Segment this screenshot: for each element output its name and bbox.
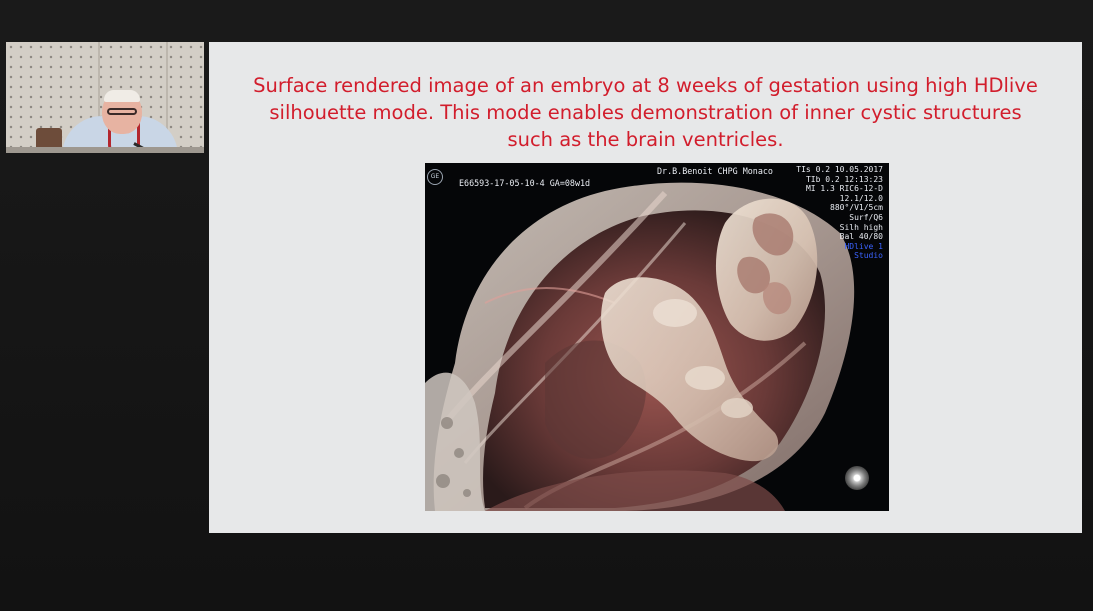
scanner-setting-line: MI 1.3 RIC6-12-D: [805, 184, 883, 194]
orientation-marker-icon: [845, 466, 869, 490]
scanner-setting-line: 880°/V1/5cm: [830, 203, 883, 213]
presenter-webcam-thumbnail: [6, 42, 204, 153]
scanner-setting-line: Surf/Q6: [849, 212, 883, 222]
scanner-setting-line: TIb 0.2 12:13:23: [805, 174, 883, 184]
scanner-setting-line: TIs 0.2 10.05.2017: [796, 165, 883, 174]
study-id-label: E66593-17-05-10-4 GA=08w1d: [459, 178, 591, 188]
ultrasound-image: GE E66593-17-05-10-4 GA=08w1d Dr.B.Benoi…: [425, 163, 889, 511]
embryo-limb-bud: [721, 398, 753, 418]
presenter-glasses: [107, 108, 137, 115]
presenter-hair: [104, 90, 140, 102]
scanner-setting-line: HDlive 1: [844, 241, 883, 251]
wall-texture-dot: [441, 417, 453, 429]
operator-label: Dr.B.Benoit CHPG Monaco: [657, 166, 773, 176]
wall-texture-dot: [436, 474, 450, 488]
scanner-setting-line: 12.1/12.0: [839, 193, 883, 203]
scanner-setting-line: Studio: [854, 251, 883, 261]
slide-title: Surface rendered image of an embryo at 8…: [253, 74, 1038, 151]
wall-texture-dot: [463, 489, 471, 497]
embryo-limb-bud: [685, 366, 725, 390]
scanner-setting-line: Silh high: [839, 222, 883, 232]
scanner-settings-panel: TIs 0.2 10.05.2017 TIb 0.2 12:13:23 MI 1.3…: [796, 165, 883, 261]
presentation-slide: Surface rendered image of an embryo at 8…: [209, 42, 1082, 533]
scanner-setting-line: Bal 40/80: [839, 232, 883, 242]
embryo-limb-bud: [653, 299, 697, 327]
ge-logo-icon: GE: [427, 169, 443, 185]
webcam-desk: [6, 147, 204, 153]
video-frame: Surface rendered image of an embryo at 8…: [0, 0, 1093, 611]
wall-texture-dot: [454, 448, 464, 458]
